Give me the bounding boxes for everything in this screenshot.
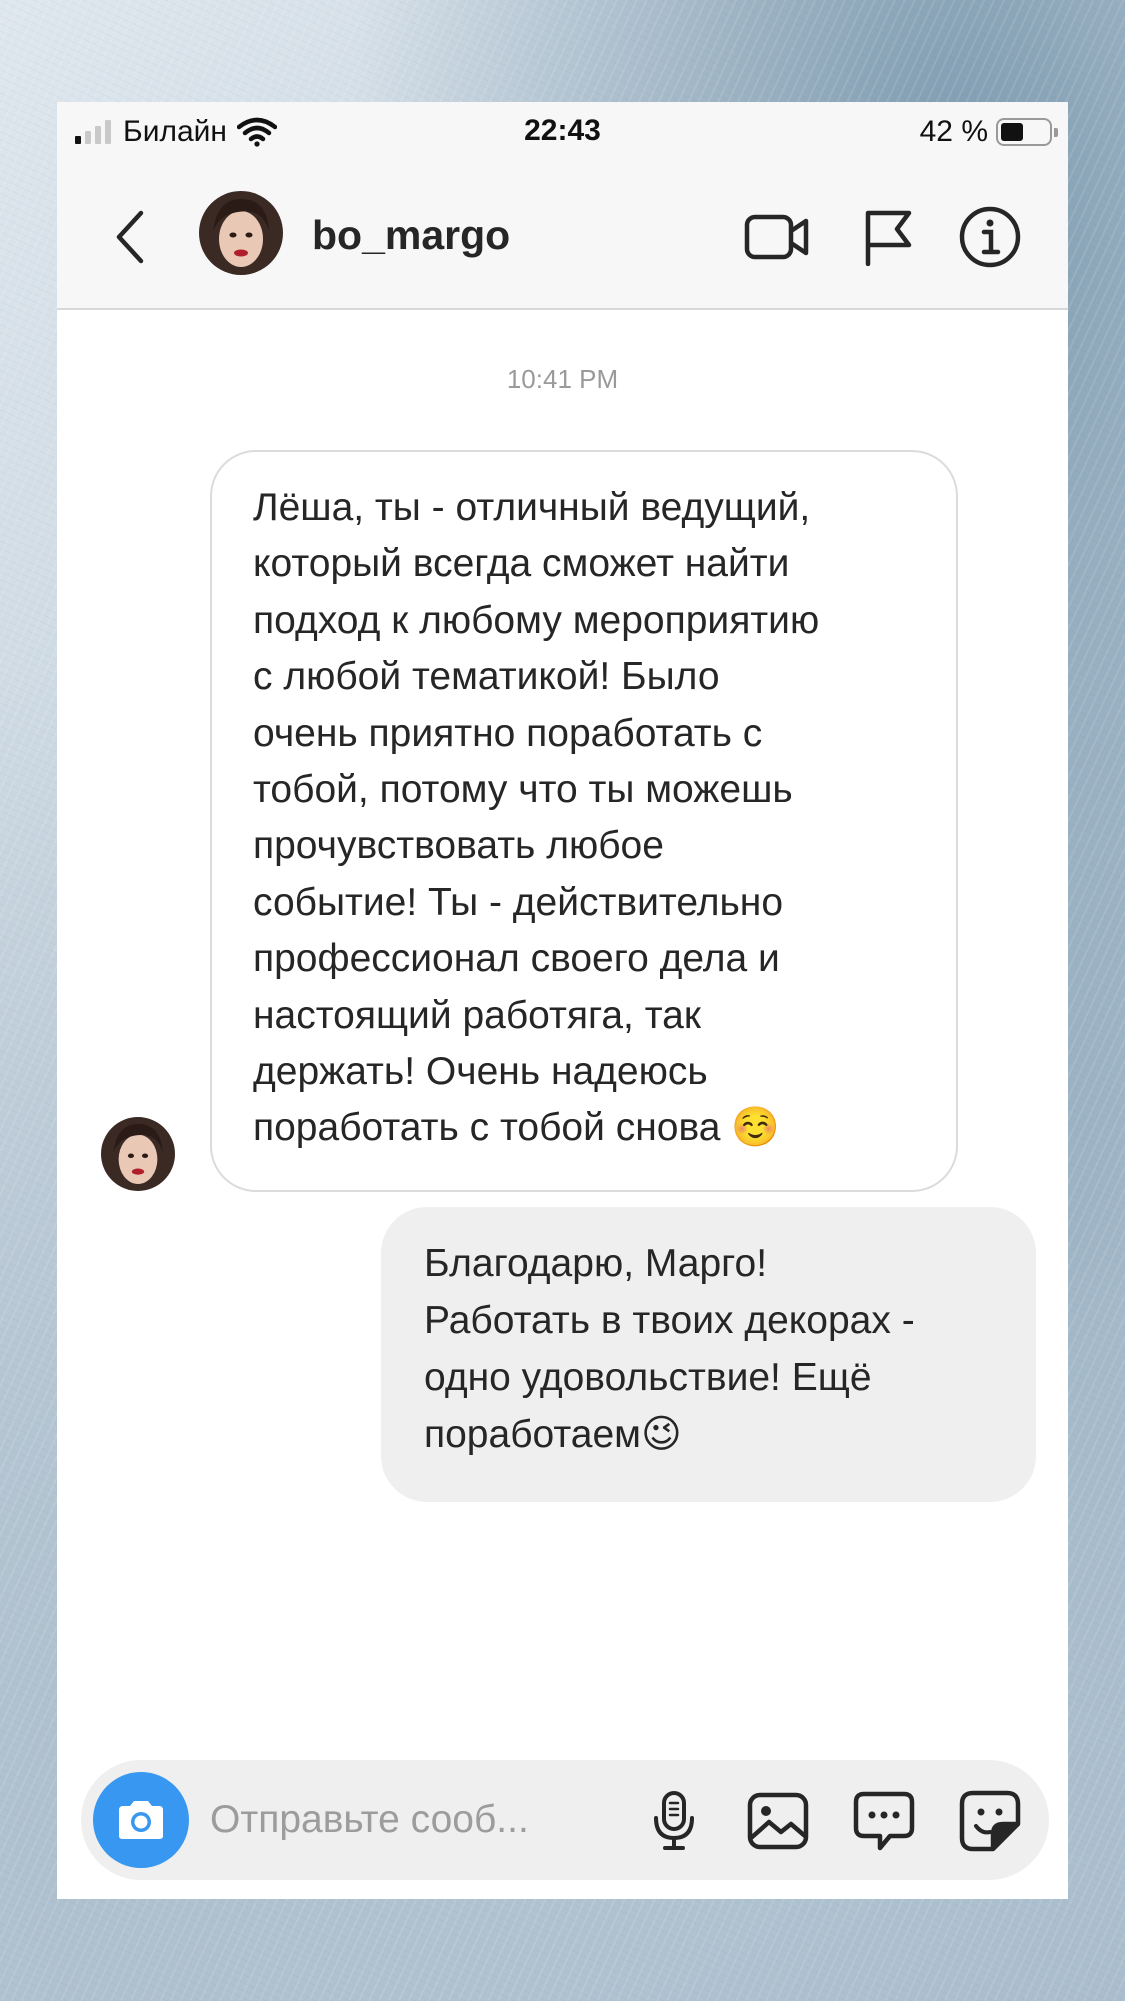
chat-username[interactable]: bo_margo xyxy=(312,212,510,259)
quick-reply-button[interactable] xyxy=(851,1788,917,1854)
battery-fill xyxy=(1001,123,1023,141)
sender-avatar[interactable] xyxy=(101,1117,175,1191)
received-message-bubble[interactable]: Лёша, ты - отличный ведущий, который все… xyxy=(210,450,958,1192)
message-input[interactable] xyxy=(210,1788,630,1852)
video-call-button[interactable] xyxy=(744,206,810,268)
sticker-icon xyxy=(959,1790,1021,1852)
message-composer xyxy=(81,1760,1049,1880)
battery-icon xyxy=(996,118,1058,146)
flag-icon xyxy=(865,210,912,266)
video-camera-icon xyxy=(744,214,809,260)
back-arrow-icon xyxy=(116,210,144,264)
camera-icon xyxy=(119,1801,163,1839)
voice-message-button[interactable] xyxy=(641,1788,707,1854)
battery-percent: 42 % xyxy=(919,115,988,148)
phone-screen: Билайн 22:43 42 % bo_margo 10:41 PM Лёша… xyxy=(57,102,1068,1899)
chat-header: bo_margo xyxy=(57,164,1068,310)
status-right: 42 % xyxy=(919,114,1058,150)
status-bar: Билайн 22:43 42 % xyxy=(57,102,1068,164)
gallery-button[interactable] xyxy=(745,1788,811,1854)
sticker-button[interactable] xyxy=(957,1788,1023,1854)
clock: 22:43 xyxy=(524,114,601,147)
sender-avatar-image xyxy=(101,1117,175,1191)
report-button[interactable] xyxy=(855,206,921,268)
sent-message-bubble[interactable]: Благодарю, Марго! Работать в твоих декор… xyxy=(381,1207,1036,1502)
info-icon xyxy=(959,206,1021,268)
message-timestamp: 10:41 PM xyxy=(506,364,619,394)
microphone-icon xyxy=(654,1791,694,1850)
sent-message-text: Благодарю, Марго! Работать в твоих декор… xyxy=(424,1242,915,1456)
camera-button[interactable] xyxy=(93,1772,189,1868)
gallery-icon xyxy=(747,1792,809,1850)
received-message-text: Лёша, ты - отличный ведущий, который все… xyxy=(253,486,820,1150)
back-button[interactable] xyxy=(101,202,161,272)
info-button[interactable] xyxy=(957,206,1023,268)
avatar[interactable] xyxy=(199,191,283,275)
chat-bubble-icon xyxy=(853,1791,915,1851)
avatar-image xyxy=(199,191,283,275)
